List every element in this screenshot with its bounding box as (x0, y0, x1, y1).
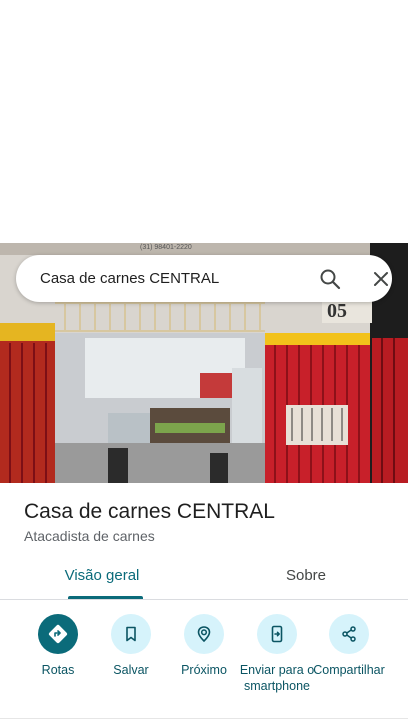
photo-number: 05 (327, 300, 347, 322)
tab-about[interactable]: Sobre (204, 560, 408, 600)
search-icon[interactable] (318, 267, 342, 291)
share-label: Compartilhar (313, 663, 385, 677)
photo-sign-text: (31) 98401-2220 (140, 244, 192, 251)
nearby-icon (184, 614, 224, 654)
tabs-divider (0, 599, 408, 600)
send-to-phone-label: Enviar para o smartphone (239, 663, 315, 693)
close-icon[interactable] (370, 268, 392, 290)
search-query-text[interactable]: Casa de carnes CENTRAL (40, 270, 219, 287)
save-button[interactable]: Salvar (93, 614, 169, 678)
directions-icon (38, 614, 78, 654)
place-category: Atacadista de carnes (24, 528, 155, 544)
send-to-phone-icon (257, 614, 297, 654)
nearby-label: Próximo (181, 663, 227, 677)
search-bar[interactable]: Casa de carnes CENTRAL (16, 255, 392, 302)
tab-overview[interactable]: Visão geral (0, 560, 204, 600)
bookmark-icon (111, 614, 151, 654)
directions-label: Rotas (41, 663, 75, 677)
bottom-divider (0, 718, 408, 719)
share-icon (329, 614, 369, 654)
directions-button[interactable]: Rotas (20, 614, 96, 678)
nearby-button[interactable]: Próximo (166, 614, 242, 678)
share-button[interactable]: Compartilhar (311, 614, 387, 678)
send-to-phone-button[interactable]: Enviar para o smartphone (239, 614, 315, 694)
place-title: Casa de carnes CENTRAL (24, 500, 275, 523)
save-label: Salvar (113, 663, 149, 677)
